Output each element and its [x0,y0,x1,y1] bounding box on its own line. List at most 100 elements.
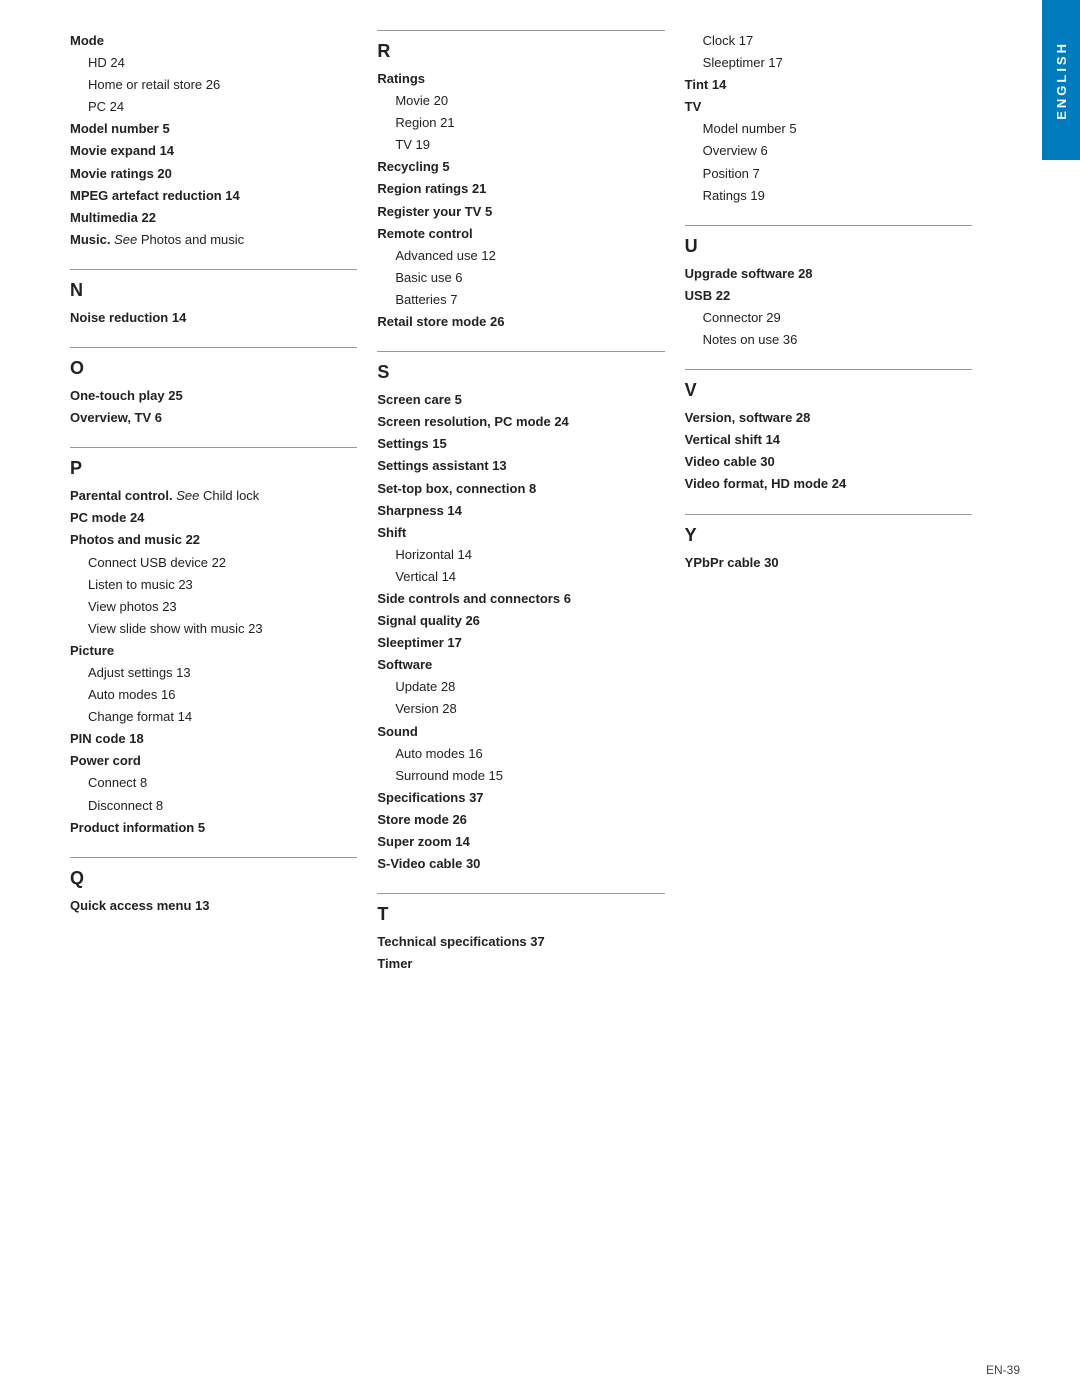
index-entry: Video cable 30 [685,451,972,473]
index-entry: Ratings [377,68,664,90]
index-entry: Music. See Photos and music [70,229,357,251]
index-entry: USB 22 [685,285,972,307]
index-entry: Movie expand 14 [70,140,357,162]
index-entry: Side controls and connectors 6 [377,588,664,610]
index-entry: Overview, TV 6 [70,407,357,429]
index-entry: Model number 5 [685,118,972,140]
section-letter-P: P [70,458,357,479]
entry-main-text: Parental control. [70,488,176,503]
index-entry: Multimedia 22 [70,207,357,229]
section-3-3: VVersion, software 28Vertical shift 14Vi… [685,369,972,495]
section-3-4: Y YPbPr cable 30 [685,514,972,574]
side-language-tab: ENGLISH [1042,0,1080,160]
section-1-1: ModeHD 24Home or retail store 26PC 24Mod… [70,30,357,251]
section-letter-T: T [377,904,664,925]
index-entry: Settings 15 [377,433,664,455]
entry-italic-text: See [176,488,199,503]
index-entry: Screen resolution, PC mode 24 [377,411,664,433]
index-entry: Photos and music 22 [70,529,357,551]
column-3: Clock 17Sleeptimer 17Tint 14TVModel numb… [675,30,982,592]
index-entry: PC mode 24 [70,507,357,529]
index-entry: Adjust settings 13 [70,662,357,684]
index-entry: Register your TV 5 [377,201,664,223]
index-entry: Region ratings 21 [377,178,664,200]
index-entry: Position 7 [685,163,972,185]
index-entry: Sharpness 14 [377,500,664,522]
index-entry: Retail store mode 26 [377,311,664,333]
index-entry: Auto modes 16 [70,684,357,706]
index-entry: Connector 29 [685,307,972,329]
index-entry: Set-top box, connection 8 [377,478,664,500]
index-entry: Screen care 5 [377,389,664,411]
index-entry: Software [377,654,664,676]
index-entry: Specifications 37 [377,787,664,809]
section-1-4: P Parental control. See Child lockPC mode… [70,447,357,839]
section-divider [70,347,357,348]
section-3-2: UUpgrade software 28USB 22Connector 29No… [685,225,972,351]
section-2-3: T Technical specifications 37Timer [377,893,664,975]
entry-main-text: Music. [70,232,114,247]
column-2: RRatingsMovie 20Region 21TV 19Recycling … [367,30,674,993]
index-entry: Store mode 26 [377,809,664,831]
index-entry: Horizontal 14 [377,544,664,566]
index-entry: Batteries 7 [377,289,664,311]
section-divider [377,351,664,352]
section-letter-U: U [685,236,972,257]
index-entry: Movie ratings 20 [70,163,357,185]
index-entry: PC 24 [70,96,357,118]
section-letter-S: S [377,362,664,383]
section-2-1: RRatingsMovie 20Region 21TV 19Recycling … [377,30,664,333]
index-entry: Update 28 [377,676,664,698]
index-entry: Mode [70,30,357,52]
index-entry: One-touch play 25 [70,385,357,407]
section-2-2: S Screen care 5Screen resolution, PC mode… [377,351,664,875]
index-entry: Vertical shift 14 [685,429,972,451]
column-1: ModeHD 24Home or retail store 26PC 24Mod… [60,30,367,935]
index-entry: PIN code 18 [70,728,357,750]
section-letter-O: O [70,358,357,379]
index-entry: Video format, HD mode 24 [685,473,972,495]
section-letter-Y: Y [685,525,972,546]
index-entry: Version 28 [377,698,664,720]
index-entry: Settings assistant 13 [377,455,664,477]
section-1-5: QQuick access menu 13 [70,857,357,917]
index-entry: Noise reduction 14 [70,307,357,329]
index-entry: Picture [70,640,357,662]
index-entry: Sleeptimer 17 [685,52,972,74]
section-1-3: O One-touch play 25Overview, TV 6 [70,347,357,429]
index-entry: TV 19 [377,134,664,156]
index-entry: YPbPr cable 30 [685,552,972,574]
index-entry: HD 24 [70,52,357,74]
index-entry: Sound [377,721,664,743]
index-entry: Home or retail store 26 [70,74,357,96]
index-entry: Timer [377,953,664,975]
index-entry: Remote control [377,223,664,245]
section-divider [70,269,357,270]
section-divider [685,369,972,370]
section-letter-N: N [70,280,357,301]
index-entry: Vertical 14 [377,566,664,588]
index-entry: Technical specifications 37 [377,931,664,953]
section-divider [377,30,664,31]
index-entry: Parental control. See Child lock [70,485,357,507]
index-entry: Movie 20 [377,90,664,112]
section-letter-V: V [685,380,972,401]
index-entry: Disconnect 8 [70,795,357,817]
main-content: ModeHD 24Home or retail store 26PC 24Mod… [0,0,1042,1397]
index-entry: MPEG artefact reduction 14 [70,185,357,207]
index-entry: Overview 6 [685,140,972,162]
index-entry: Surround mode 15 [377,765,664,787]
index-entry: Version, software 28 [685,407,972,429]
index-entry: Power cord [70,750,357,772]
index-entry: Change format 14 [70,706,357,728]
section-divider [70,857,357,858]
entry-suffix-text: Photos and music [137,232,244,247]
index-entry: S-Video cable 30 [377,853,664,875]
index-entry: Model number 5 [70,118,357,140]
index-entry: Product information 5 [70,817,357,839]
index-entry: Quick access menu 13 [70,895,357,917]
side-tab-label: ENGLISH [1054,41,1069,120]
index-entry: View slide show with music 23 [70,618,357,640]
index-entry: Basic use 6 [377,267,664,289]
index-entry: Notes on use 36 [685,329,972,351]
